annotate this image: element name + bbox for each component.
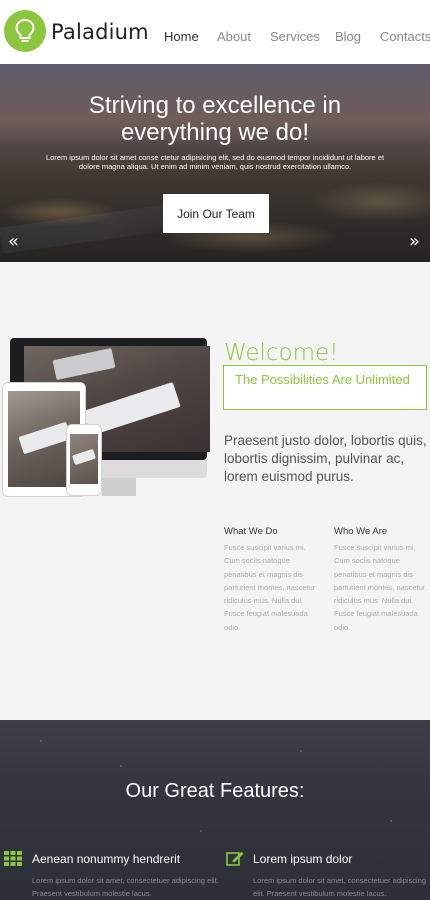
nav-about[interactable]: About <box>217 29 251 44</box>
phone-keyboard-image <box>71 448 97 466</box>
star-dot <box>40 740 42 742</box>
slider-prev-arrow[interactable]: « <box>8 233 19 251</box>
feature-title: Aenean nonummy hendrerit <box>32 852 181 866</box>
star-dot <box>300 750 302 752</box>
features-section: Our Great Features: Aenean nonummy hendr… <box>0 720 430 900</box>
imac-stand <box>102 478 136 496</box>
edit-icon <box>226 851 244 866</box>
join-our-team-button[interactable]: Join Our Team <box>163 194 269 233</box>
smartphone-screen <box>70 434 98 484</box>
hero-title-line1: Striving to excellence in <box>88 92 342 119</box>
logo[interactable] <box>4 10 46 52</box>
slider-next-arrow[interactable]: » <box>409 233 420 251</box>
features-title: Our Great Features: <box>125 780 305 802</box>
nav-services[interactable]: Services <box>270 29 320 44</box>
monitor-image <box>52 347 116 381</box>
lightbulb-icon <box>15 18 35 42</box>
who-we-are-text: Fusce suscipit varius mi. Cum sociis nat… <box>334 543 426 632</box>
who-we-are-title: Who We Are <box>334 526 388 537</box>
tagline-box: The Possibilities Are Unlimited <box>223 365 427 410</box>
nav-contacts[interactable]: Contacts <box>380 29 430 44</box>
welcome-intro: Praesent justo dolor, lobortis quis, lob… <box>224 433 427 484</box>
tablet-keyboard-image <box>18 421 72 455</box>
devices-image <box>2 338 210 500</box>
tagline: The Possibilities Are Unlimited <box>235 372 410 387</box>
brand-name[interactable]: Paladium <box>51 20 149 44</box>
feature-text: Lorem ipsum dolor sit amet, consectetuer… <box>32 876 219 898</box>
star-dot <box>120 765 122 767</box>
feature-text: Lorem ipsum dolor sit amet, consectetuer… <box>253 876 426 898</box>
smartphone <box>66 424 102 496</box>
nav-home[interactable]: Home <box>164 29 199 44</box>
site-header: Paladium Home About Services Blog Contac… <box>0 0 430 64</box>
hero-slider: Striving to excellence in everything we … <box>0 64 430 262</box>
star-dot <box>200 830 202 832</box>
what-we-do-text: Fusce suscipit varius mi. Cum sociis nat… <box>224 543 316 632</box>
page: Paladium Home About Services Blog Contac… <box>0 0 430 900</box>
grid-icon <box>4 851 22 866</box>
welcome-heading: Welcome! <box>224 340 339 366</box>
nav-blog[interactable]: Blog <box>335 29 361 44</box>
feature-title: Lorem ipsum dolor <box>253 852 353 866</box>
hero-title-line2: everything we do! <box>120 119 310 146</box>
star-dot <box>390 820 392 822</box>
hero-title: Striving to excellence in everything we … <box>0 92 430 146</box>
what-we-do-title: What We Do <box>224 526 278 537</box>
hero-text: Lorem ipsum dolor sit amet conse ctetur … <box>45 153 385 171</box>
